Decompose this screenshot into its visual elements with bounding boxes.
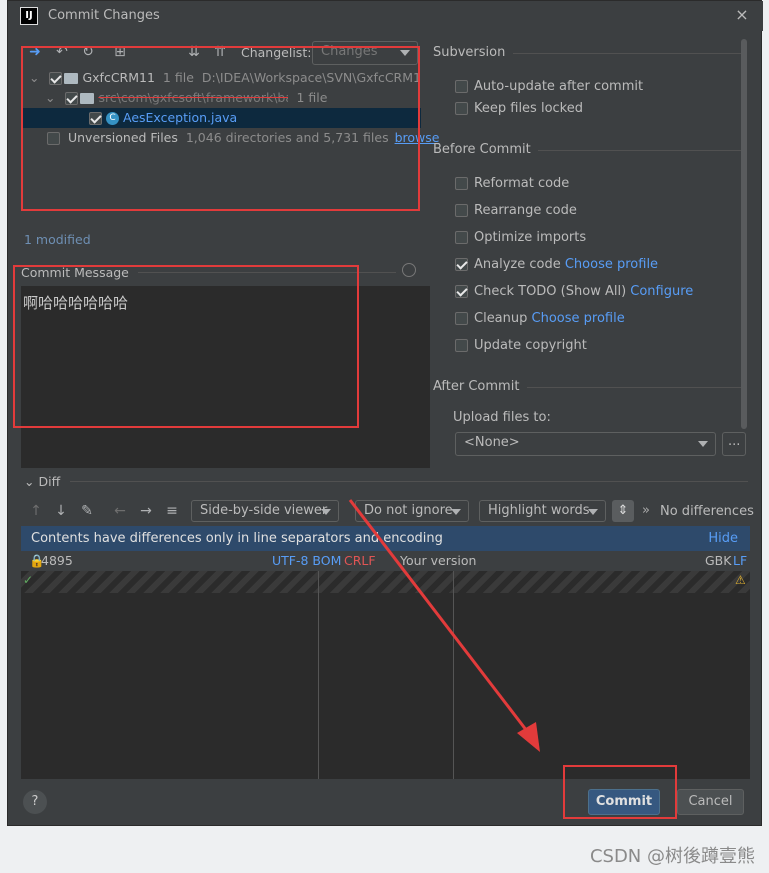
annotation-arrow xyxy=(348,499,540,752)
annotation-arrow-line xyxy=(348,499,532,736)
annotation-arrow-head xyxy=(517,722,540,752)
watermark: CSDN @树後蹲壹熊 xyxy=(589,846,755,867)
